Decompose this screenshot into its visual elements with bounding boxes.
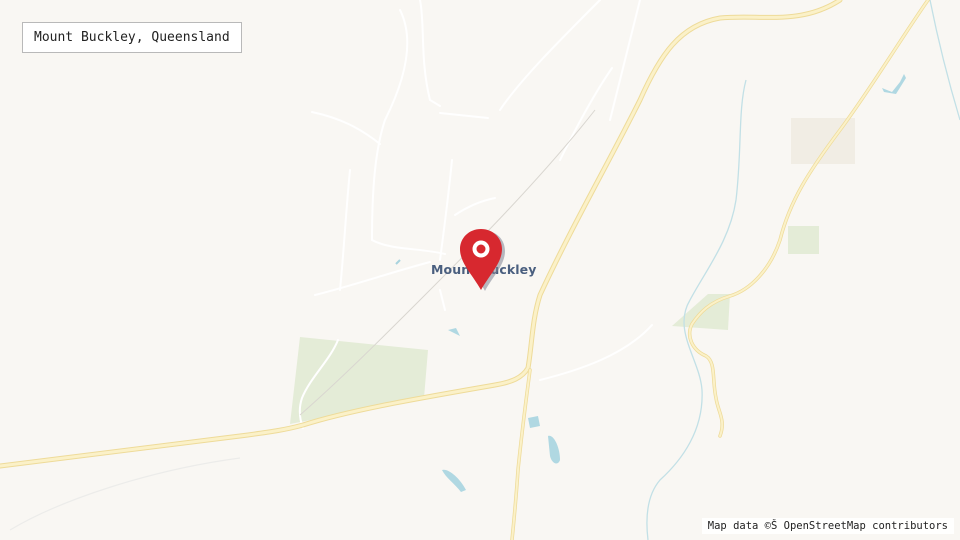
- water-body: [548, 435, 560, 464]
- road-east: [687, 0, 930, 438]
- track: [311, 111, 381, 145]
- creek: [929, 0, 960, 121]
- track: [314, 261, 431, 296]
- map-pin-icon[interactable]: [456, 228, 506, 294]
- track: [439, 112, 489, 119]
- track: [9, 457, 241, 531]
- track: [419, 0, 441, 107]
- water-body: [882, 74, 906, 94]
- track: [609, 0, 641, 121]
- road-east: [688, 0, 929, 437]
- track: [559, 67, 613, 161]
- map-attribution[interactable]: Map data ©Š OpenStreetMap contributors: [701, 518, 954, 534]
- water-body: [528, 416, 540, 428]
- track: [339, 169, 351, 291]
- track: [454, 197, 496, 216]
- track: [370, 9, 446, 255]
- track: [499, 0, 601, 111]
- location-title: Mount Buckley, Queensland: [22, 22, 242, 53]
- track: [439, 289, 446, 311]
- map-view[interactable]: Mount Buckley, Queensland Mount Buckley …: [0, 0, 960, 540]
- small-water-mark: [395, 259, 401, 265]
- water-body: [448, 328, 460, 336]
- track: [539, 324, 653, 381]
- pin-center: [476, 244, 486, 254]
- water-body: [442, 469, 466, 492]
- vegetation-patch-east: [788, 226, 819, 254]
- track: [439, 159, 453, 261]
- pin-body: [460, 229, 502, 290]
